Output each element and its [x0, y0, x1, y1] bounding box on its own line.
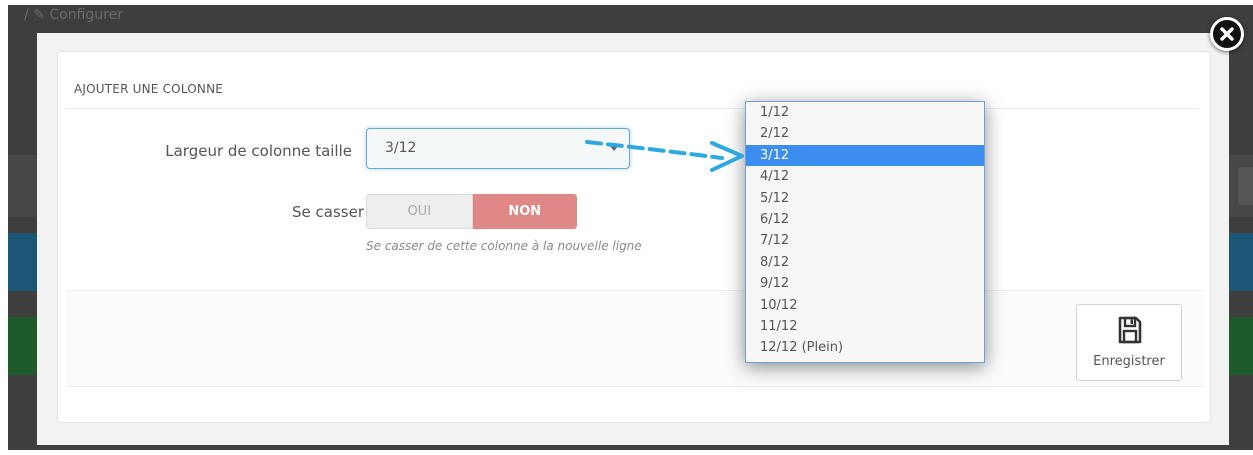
- column-width-select[interactable]: 3/12: [366, 128, 630, 169]
- column-width-value: 3/12: [385, 140, 417, 156]
- save-button-label: Enregistrer: [1093, 354, 1165, 369]
- line-break-toggle[interactable]: OUI NON: [366, 194, 577, 229]
- panel-footer: [66, 290, 1204, 387]
- dropdown-option[interactable]: 12/12 (Plein): [746, 337, 984, 358]
- background-side-tab: [1238, 167, 1253, 205]
- dropdown-option[interactable]: 2/12: [746, 123, 984, 144]
- form-panel: AJOUTER UNE COLONNE Largeur de colonne t…: [57, 51, 1211, 423]
- panel-divider: [66, 108, 1198, 109]
- dropdown-option[interactable]: 6/12: [746, 209, 984, 230]
- dropdown-option[interactable]: 11/12: [746, 316, 984, 337]
- close-icon: [1220, 27, 1234, 41]
- dropdown-option[interactable]: 1/12: [746, 102, 984, 123]
- dropdown-option[interactable]: 9/12: [746, 273, 984, 294]
- save-button[interactable]: Enregistrer: [1076, 304, 1182, 381]
- add-column-modal: AJOUTER UNE COLONNE Largeur de colonne t…: [37, 33, 1229, 445]
- toggle-option-no[interactable]: NON: [472, 194, 577, 229]
- dropdown-option[interactable]: 3/12: [746, 144, 984, 167]
- column-width-label: Largeur de colonne taille: [165, 142, 352, 160]
- dropdown-option[interactable]: 8/12: [746, 252, 984, 273]
- dropdown-option[interactable]: 7/12: [746, 230, 984, 251]
- chevron-down-icon: [609, 145, 619, 151]
- close-button[interactable]: [1210, 17, 1244, 51]
- line-break-help: Se casser de cette colonne à la nouvelle…: [366, 239, 642, 253]
- panel-title: AJOUTER UNE COLONNE: [74, 82, 224, 96]
- background-breadcrumb: / ✎ Configurer: [24, 7, 123, 23]
- dropdown-option[interactable]: 4/12: [746, 166, 984, 187]
- column-width-options[interactable]: 1/12 2/12 3/12 4/12 5/12 6/12 7/12 8/12 9/12 10/1…: [745, 101, 985, 363]
- floppy-disk-icon: [1118, 316, 1142, 344]
- dropdown-option[interactable]: 10/12: [746, 295, 984, 316]
- dropdown-option[interactable]: 5/12: [746, 188, 984, 209]
- toggle-option-yes[interactable]: OUI: [366, 194, 473, 229]
- line-break-label: Se casser: [292, 203, 364, 221]
